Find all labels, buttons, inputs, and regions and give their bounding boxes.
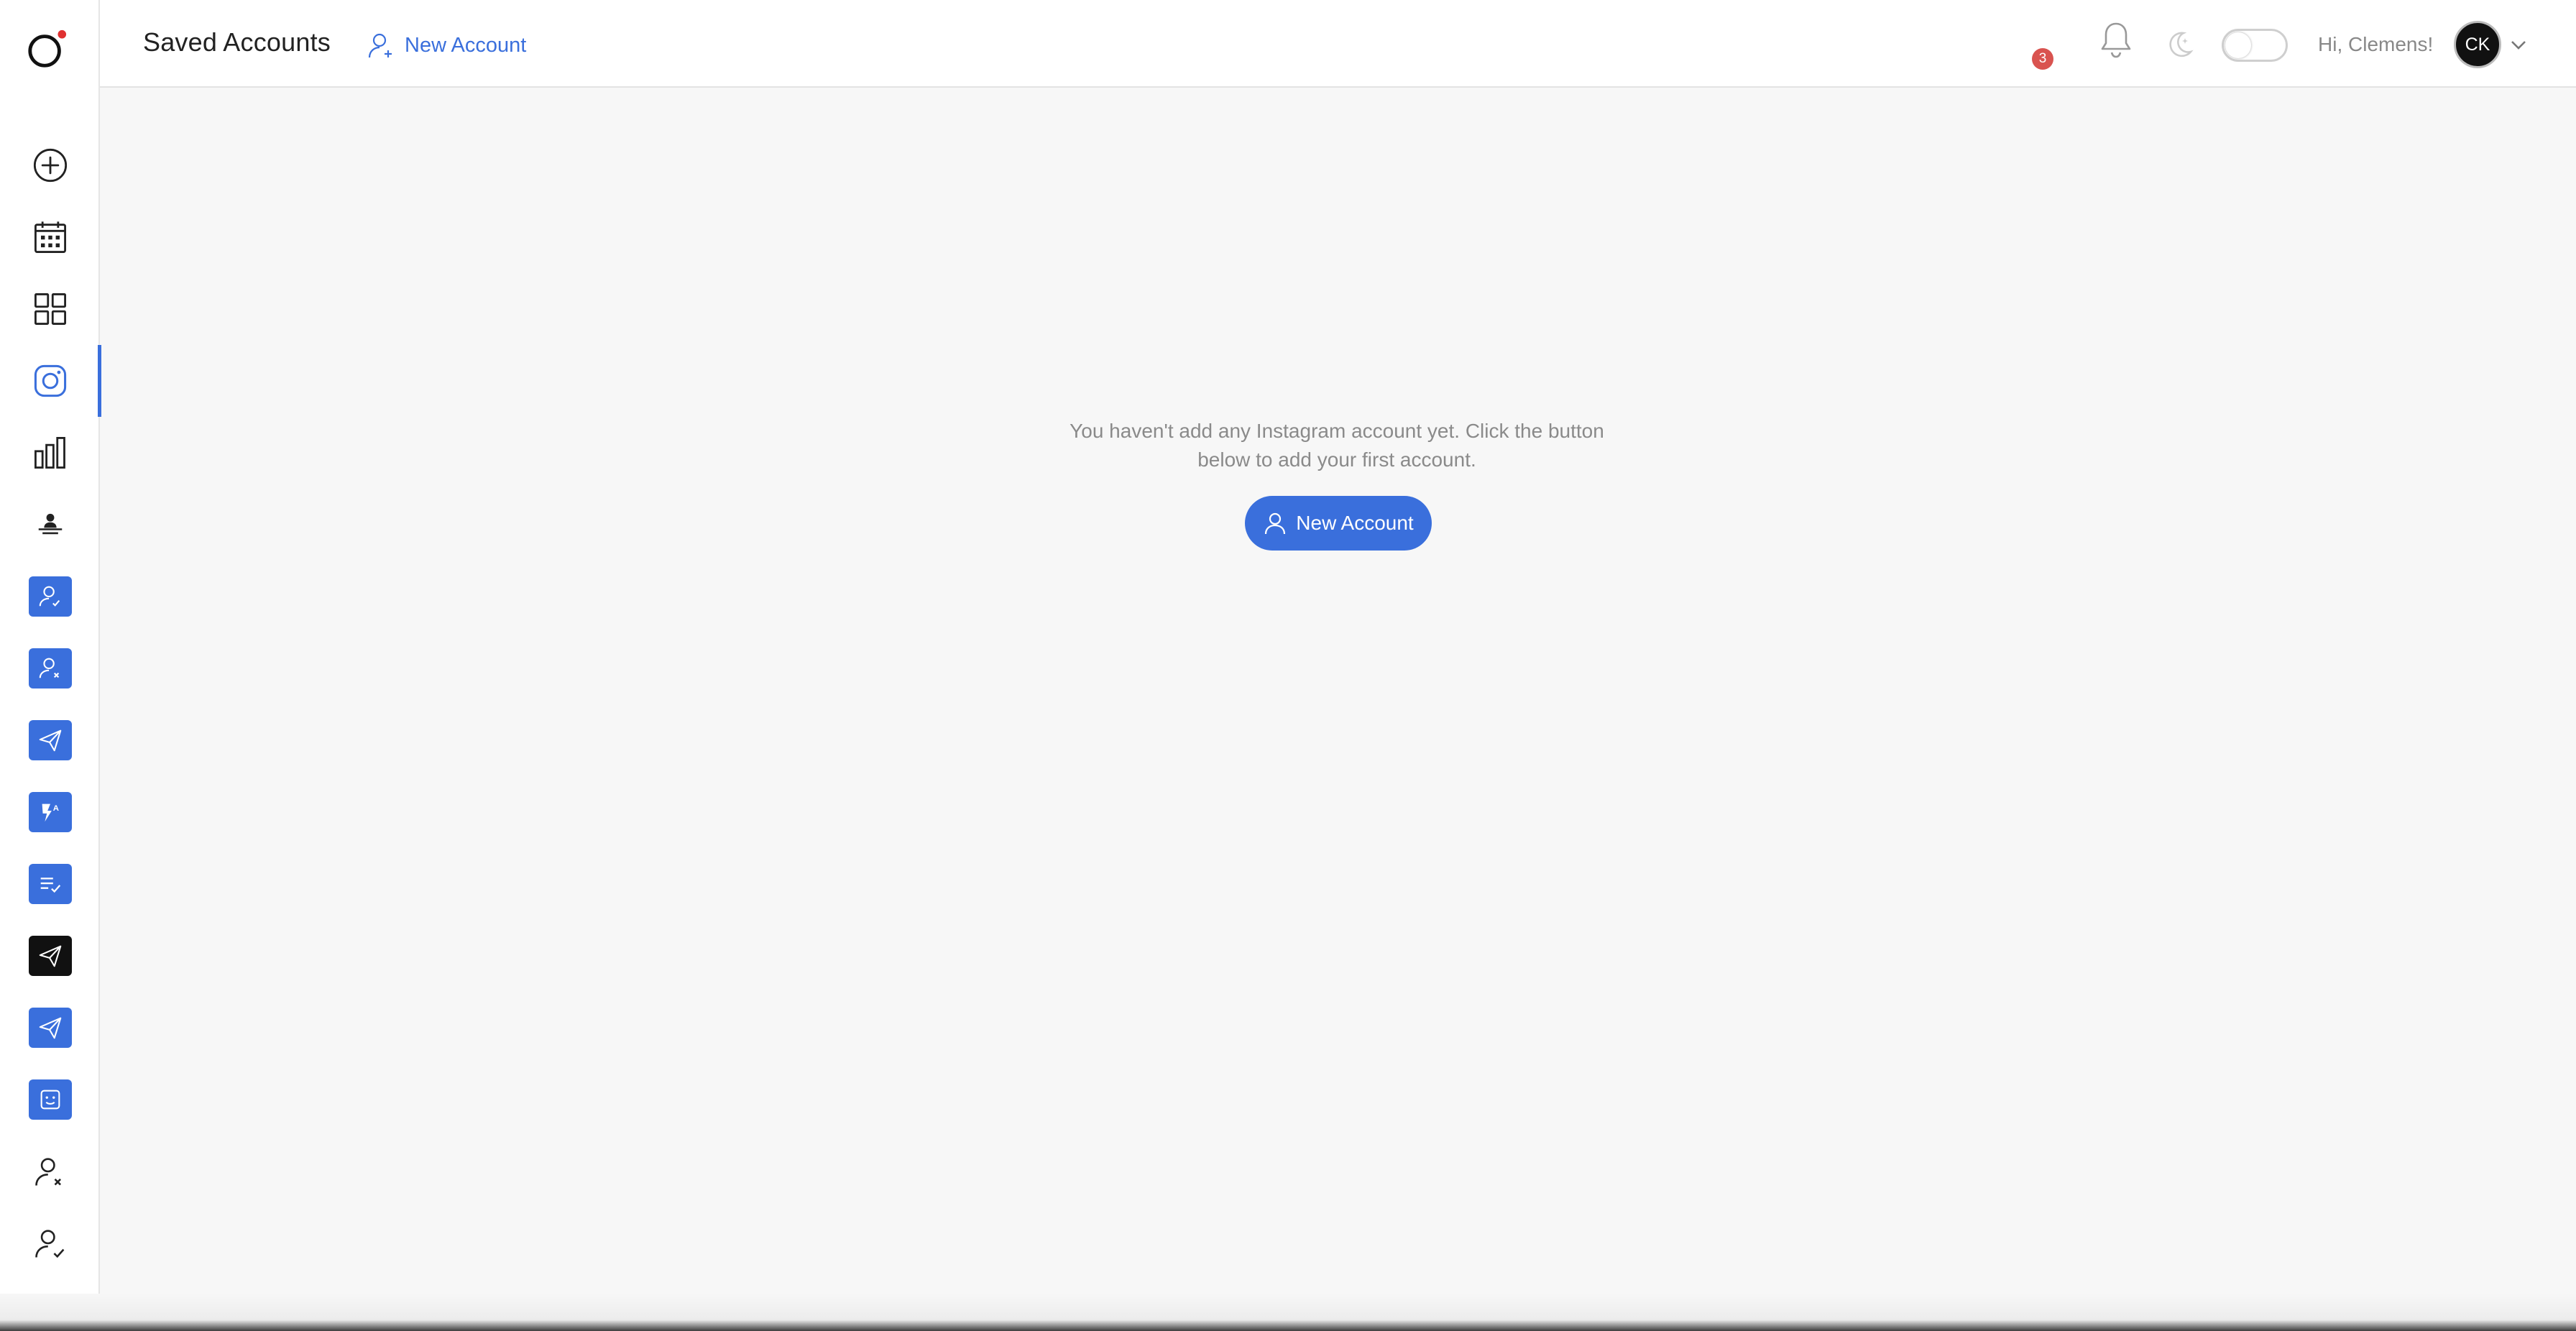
calendar-icon bbox=[34, 221, 66, 253]
add-circle-icon bbox=[33, 148, 67, 183]
send-tile-icon bbox=[39, 1017, 61, 1039]
sidebar-item-instagram[interactable] bbox=[0, 345, 101, 417]
sidebar-item-stickers[interactable] bbox=[0, 1064, 100, 1136]
avatar[interactable]: CK bbox=[2454, 21, 2501, 68]
user-icon bbox=[1265, 512, 1286, 535]
list-check-tile bbox=[28, 864, 72, 904]
chevron-down-icon[interactable] bbox=[2508, 34, 2529, 55]
flash-auto-tile: A bbox=[28, 792, 72, 832]
sticker-tile-icon bbox=[40, 1090, 60, 1110]
flash-auto-tile-icon: A bbox=[42, 803, 59, 822]
instagram-icon bbox=[34, 364, 66, 397]
sidebar-item-analytics[interactable] bbox=[0, 417, 100, 489]
sticker-tile bbox=[28, 1079, 72, 1120]
empty-message-line-1: You haven't add any Instagram account ye… bbox=[1070, 420, 1604, 442]
page-title: Saved Accounts bbox=[143, 27, 331, 57]
send-tile bbox=[28, 720, 72, 760]
sidebar-item-tasks[interactable] bbox=[0, 848, 100, 920]
sidebar-item-user-remove[interactable] bbox=[0, 1136, 100, 1207]
user-remove-tile bbox=[28, 648, 72, 688]
sidebar: A bbox=[0, 0, 101, 1331]
user-greeting: Hi, Clemens! bbox=[2318, 33, 2434, 55]
sidebar-item-dashboard[interactable] bbox=[0, 273, 100, 345]
bar-chart-icon bbox=[34, 437, 65, 469]
window-bottom-edge bbox=[0, 1294, 2576, 1331]
toggle-knob bbox=[2225, 32, 2251, 58]
sidebar-item-telegram[interactable] bbox=[0, 920, 100, 992]
top-header: Saved Accounts New Account bbox=[100, 0, 2576, 88]
new-account-button-label: New Account bbox=[1296, 512, 1414, 534]
send-tile-icon bbox=[39, 729, 61, 752]
app-logo[interactable] bbox=[26, 29, 68, 70]
sidebar-item-auto[interactable]: A bbox=[0, 776, 100, 848]
dark-mode-toggle[interactable] bbox=[2222, 29, 2288, 62]
sidebar-item-messages[interactable] bbox=[0, 992, 100, 1064]
sidebar-item-user-check[interactable] bbox=[0, 1207, 100, 1279]
notification-badge: 3 bbox=[2032, 48, 2053, 70]
grid-icon bbox=[34, 293, 66, 325]
new-account-button[interactable]: New Account bbox=[1245, 496, 1432, 551]
sidebar-item-calendar[interactable] bbox=[0, 201, 100, 273]
send-black-tile-icon bbox=[39, 945, 61, 967]
user-check-tile bbox=[28, 576, 72, 617]
send-black-tile bbox=[28, 936, 72, 976]
sidebar-item-add[interactable] bbox=[0, 129, 100, 201]
send-tile-2 bbox=[28, 1008, 72, 1048]
list-check-tile-icon bbox=[40, 878, 60, 893]
sidebar-item-follow[interactable] bbox=[0, 561, 100, 632]
notifications-button[interactable] bbox=[2098, 20, 2148, 70]
header-new-account-label: New Account bbox=[405, 33, 527, 57]
sidebar-item-direct[interactable] bbox=[0, 704, 100, 776]
user-remove-tile-icon bbox=[39, 658, 59, 678]
user-check-icon bbox=[34, 1230, 64, 1258]
sidebar-item-unfollow[interactable] bbox=[0, 632, 100, 704]
empty-state-message: You haven't add any Instagram account ye… bbox=[1049, 417, 1624, 474]
header-new-account-link[interactable]: New Account bbox=[366, 30, 526, 60]
person-desk-icon bbox=[38, 513, 62, 535]
app-window: A Saved Accounts New Account 3 Hi, Cleme… bbox=[0, 0, 2576, 1331]
add-user-icon bbox=[368, 33, 392, 58]
sidebar-item-person[interactable] bbox=[0, 489, 100, 561]
user-check-tile-icon bbox=[39, 586, 60, 607]
moon-icon[interactable] bbox=[2163, 29, 2194, 59]
bell-icon bbox=[2101, 22, 2131, 58]
user-x-icon bbox=[34, 1158, 61, 1186]
svg-text:A: A bbox=[52, 804, 58, 813]
empty-message-line-2: below to add your first account. bbox=[1197, 448, 1476, 471]
